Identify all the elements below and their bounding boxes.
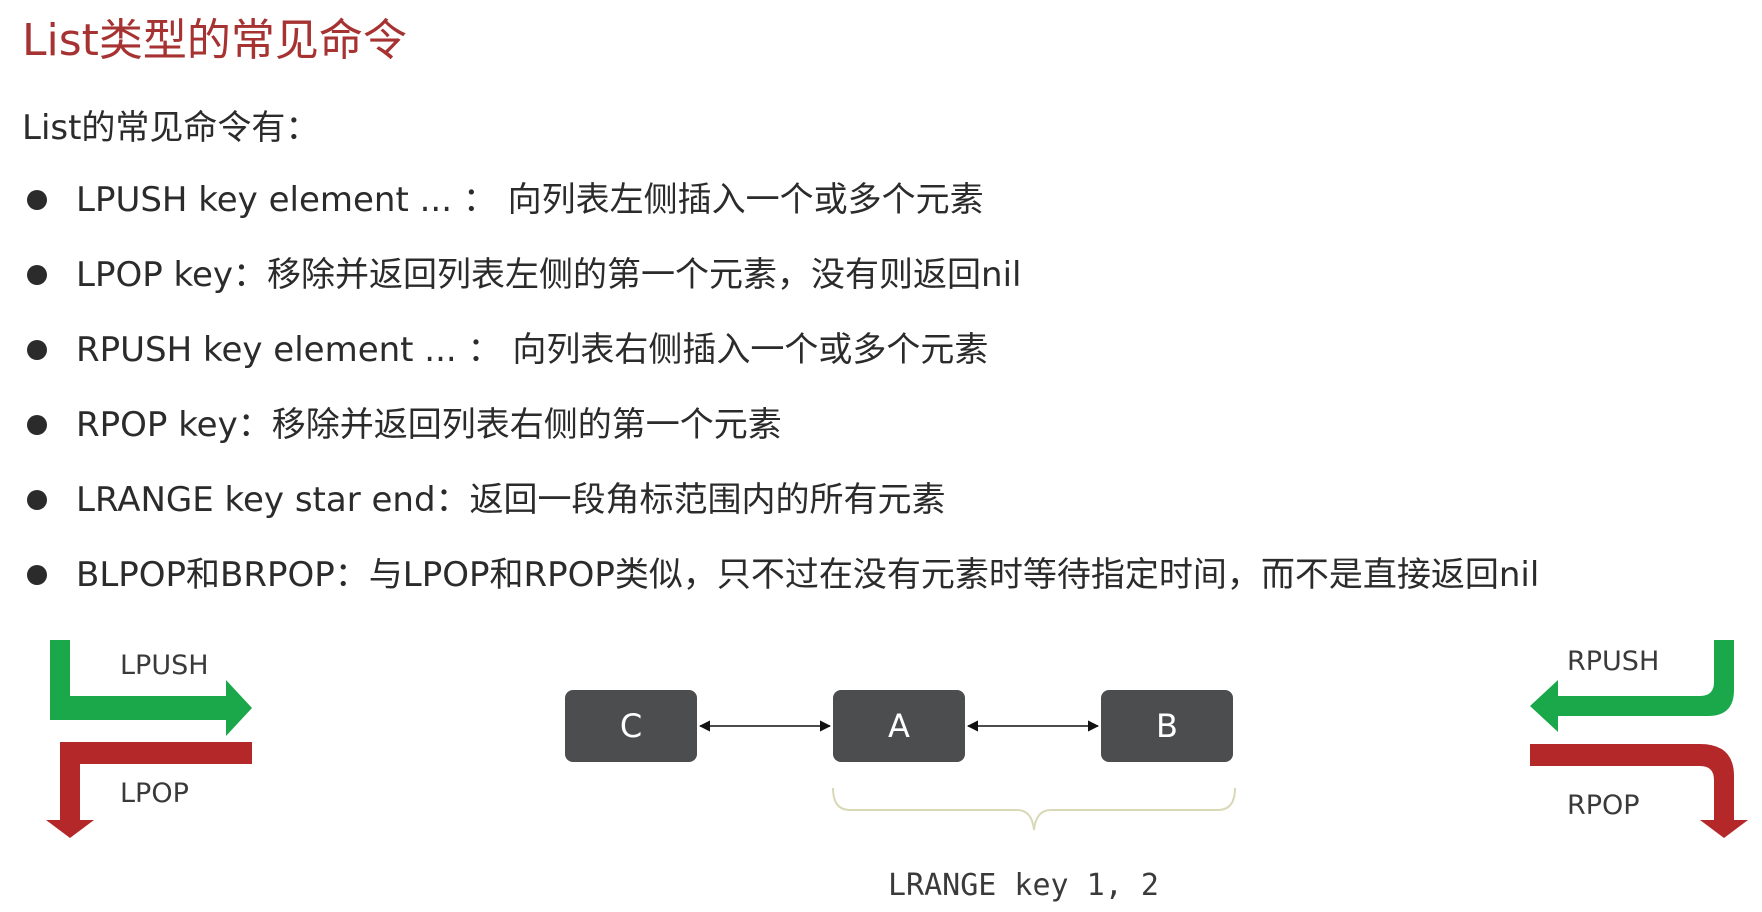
command-text: RPOP key：移除并返回列表右侧的第一个元素 <box>76 405 782 445</box>
list-item: RPUSH key element ... ： 向列表右侧插入一个或多个元素 <box>20 322 1539 397</box>
list-item: LPOP key：移除并返回列表左侧的第一个元素，没有则返回nil <box>20 247 1539 322</box>
lrange-caption: LRANGE key 1, 2 <box>888 868 1159 903</box>
bullet-icon <box>27 265 47 285</box>
bullet-icon <box>27 340 47 360</box>
rpush-label: RPUSH <box>1567 646 1660 677</box>
list-item: LRANGE key star end：返回一段角标范围内的所有元素 <box>20 472 1539 547</box>
intro-text: List的常见命令有： <box>22 108 320 148</box>
list-diagram: C A B LPUSH LPOP RPUSH RPOP LRANGE key 1… <box>0 620 1762 912</box>
lpop-label: LPOP <box>120 778 189 809</box>
lpush-label: LPUSH <box>120 650 209 681</box>
rpop-label: RPOP <box>1567 790 1640 821</box>
list-item: LPUSH key element ... ： 向列表左侧插入一个或多个元素 <box>20 172 1539 247</box>
command-text: LRANGE key star end：返回一段角标范围内的所有元素 <box>76 480 946 520</box>
diagram-arrows <box>46 640 1748 838</box>
list-node-c: C <box>565 690 697 762</box>
command-text: LPUSH key element ... ： 向列表左侧插入一个或多个元素 <box>76 180 984 220</box>
bullet-icon <box>27 490 47 510</box>
command-text: LPOP key：移除并返回列表左侧的第一个元素，没有则返回nil <box>76 255 1022 295</box>
list-item: BLPOP和BRPOP：与LPOP和RPOP类似，只不过在没有元素时等待指定时间… <box>20 547 1539 622</box>
command-list: LPUSH key element ... ： 向列表左侧插入一个或多个元素 L… <box>20 172 1539 622</box>
list-node-b: B <box>1101 690 1233 762</box>
range-brace <box>832 787 1236 831</box>
command-text: RPUSH key element ... ： 向列表右侧插入一个或多个元素 <box>76 330 989 370</box>
page-title: List类型的常见命令 <box>22 15 407 66</box>
bullet-icon <box>27 190 47 210</box>
bullet-icon <box>27 415 47 435</box>
bullet-icon <box>27 565 47 585</box>
list-item: RPOP key：移除并返回列表右侧的第一个元素 <box>20 397 1539 472</box>
command-text: BLPOP和BRPOP：与LPOP和RPOP类似，只不过在没有元素时等待指定时间… <box>76 555 1540 595</box>
list-node-a: A <box>833 690 965 762</box>
